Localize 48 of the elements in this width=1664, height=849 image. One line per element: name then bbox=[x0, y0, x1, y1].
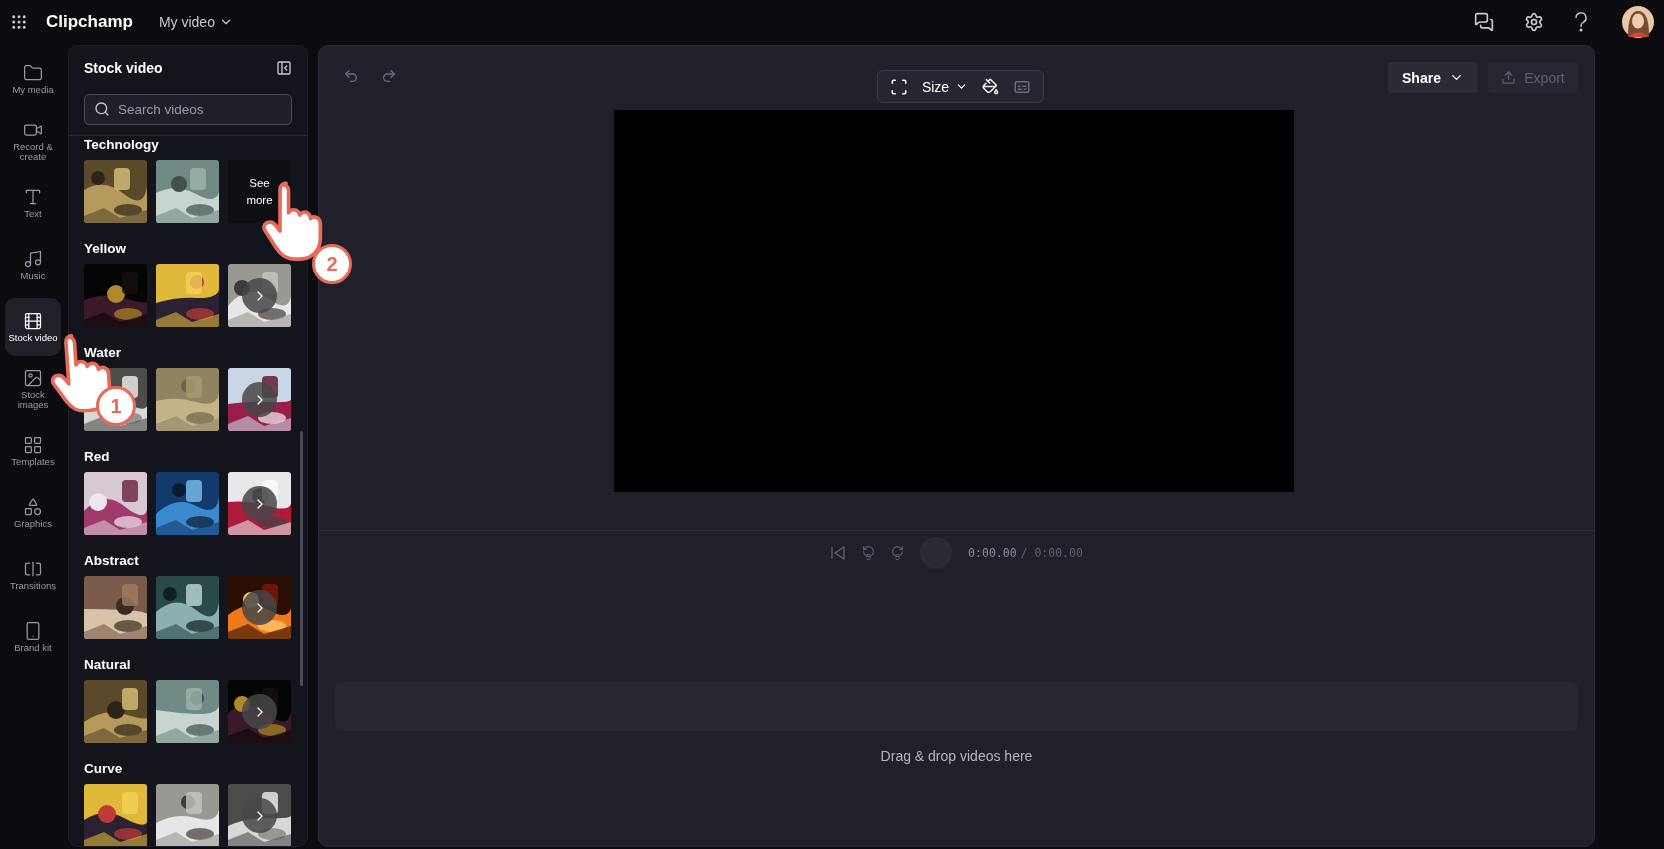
size-button[interactable]: Size bbox=[921, 78, 969, 95]
skip-to-start-icon[interactable] bbox=[830, 545, 847, 561]
nav-item[interactable]: Transitions bbox=[5, 546, 61, 604]
nav-item[interactable]: Stock images bbox=[5, 360, 61, 418]
shapes-icon bbox=[23, 497, 43, 517]
nav-item[interactable]: Stock video bbox=[5, 298, 61, 356]
nav-item[interactable]: My media bbox=[5, 50, 61, 108]
avatar[interactable] bbox=[1622, 6, 1654, 38]
app-name: Clipchamp bbox=[46, 12, 133, 32]
search-icon bbox=[94, 101, 110, 117]
category-title: Abstract bbox=[84, 552, 140, 570]
category-title: Water bbox=[84, 344, 122, 362]
app-launcher-icon[interactable] bbox=[10, 13, 28, 31]
nav-item[interactable]: Music bbox=[5, 236, 61, 294]
feedback-icon[interactable] bbox=[1474, 12, 1494, 32]
folder-icon bbox=[23, 63, 43, 83]
share-button[interactable]: Share bbox=[1388, 62, 1478, 93]
music-note-icon bbox=[23, 249, 43, 269]
nav-item[interactable]: Templates bbox=[5, 422, 61, 480]
category-title: Red bbox=[84, 448, 111, 466]
scrollbar[interactable] bbox=[300, 431, 303, 686]
nav-item[interactable]: Brand kit bbox=[5, 608, 61, 666]
duration: / 0:00.00 bbox=[1020, 546, 1083, 560]
paint-bucket-icon[interactable] bbox=[982, 78, 1000, 95]
category-title: Natural bbox=[84, 656, 132, 674]
category-title: Technology bbox=[84, 136, 160, 154]
nav-item[interactable]: Record & create bbox=[5, 112, 61, 170]
project-title-button[interactable]: My video bbox=[154, 10, 237, 34]
drop-hint: Drag & drop videos here bbox=[880, 748, 1033, 764]
help-icon[interactable] bbox=[1574, 12, 1588, 32]
split-square-icon bbox=[23, 559, 43, 579]
film-strip-icon bbox=[23, 311, 43, 331]
current-time: 0:00.00 bbox=[968, 546, 1017, 560]
settings-icon[interactable] bbox=[1524, 12, 1544, 32]
collapse-panel-icon[interactable] bbox=[276, 60, 292, 76]
frame-icon bbox=[889, 77, 908, 96]
nav-item[interactable]: Graphics bbox=[5, 484, 61, 542]
redo-icon[interactable] bbox=[381, 68, 397, 84]
undo-icon[interactable] bbox=[343, 68, 359, 84]
upload-icon bbox=[1501, 70, 1517, 85]
image-icon bbox=[23, 368, 43, 389]
grid-icon bbox=[23, 435, 43, 455]
category-title: Curve bbox=[84, 760, 124, 778]
category-title: Yellow bbox=[84, 240, 128, 258]
text-icon bbox=[23, 187, 43, 207]
nav-item[interactable]: Text bbox=[5, 174, 61, 232]
search-field[interactable]: Search videos bbox=[84, 94, 292, 125]
panel-title: Stock video bbox=[84, 60, 163, 76]
